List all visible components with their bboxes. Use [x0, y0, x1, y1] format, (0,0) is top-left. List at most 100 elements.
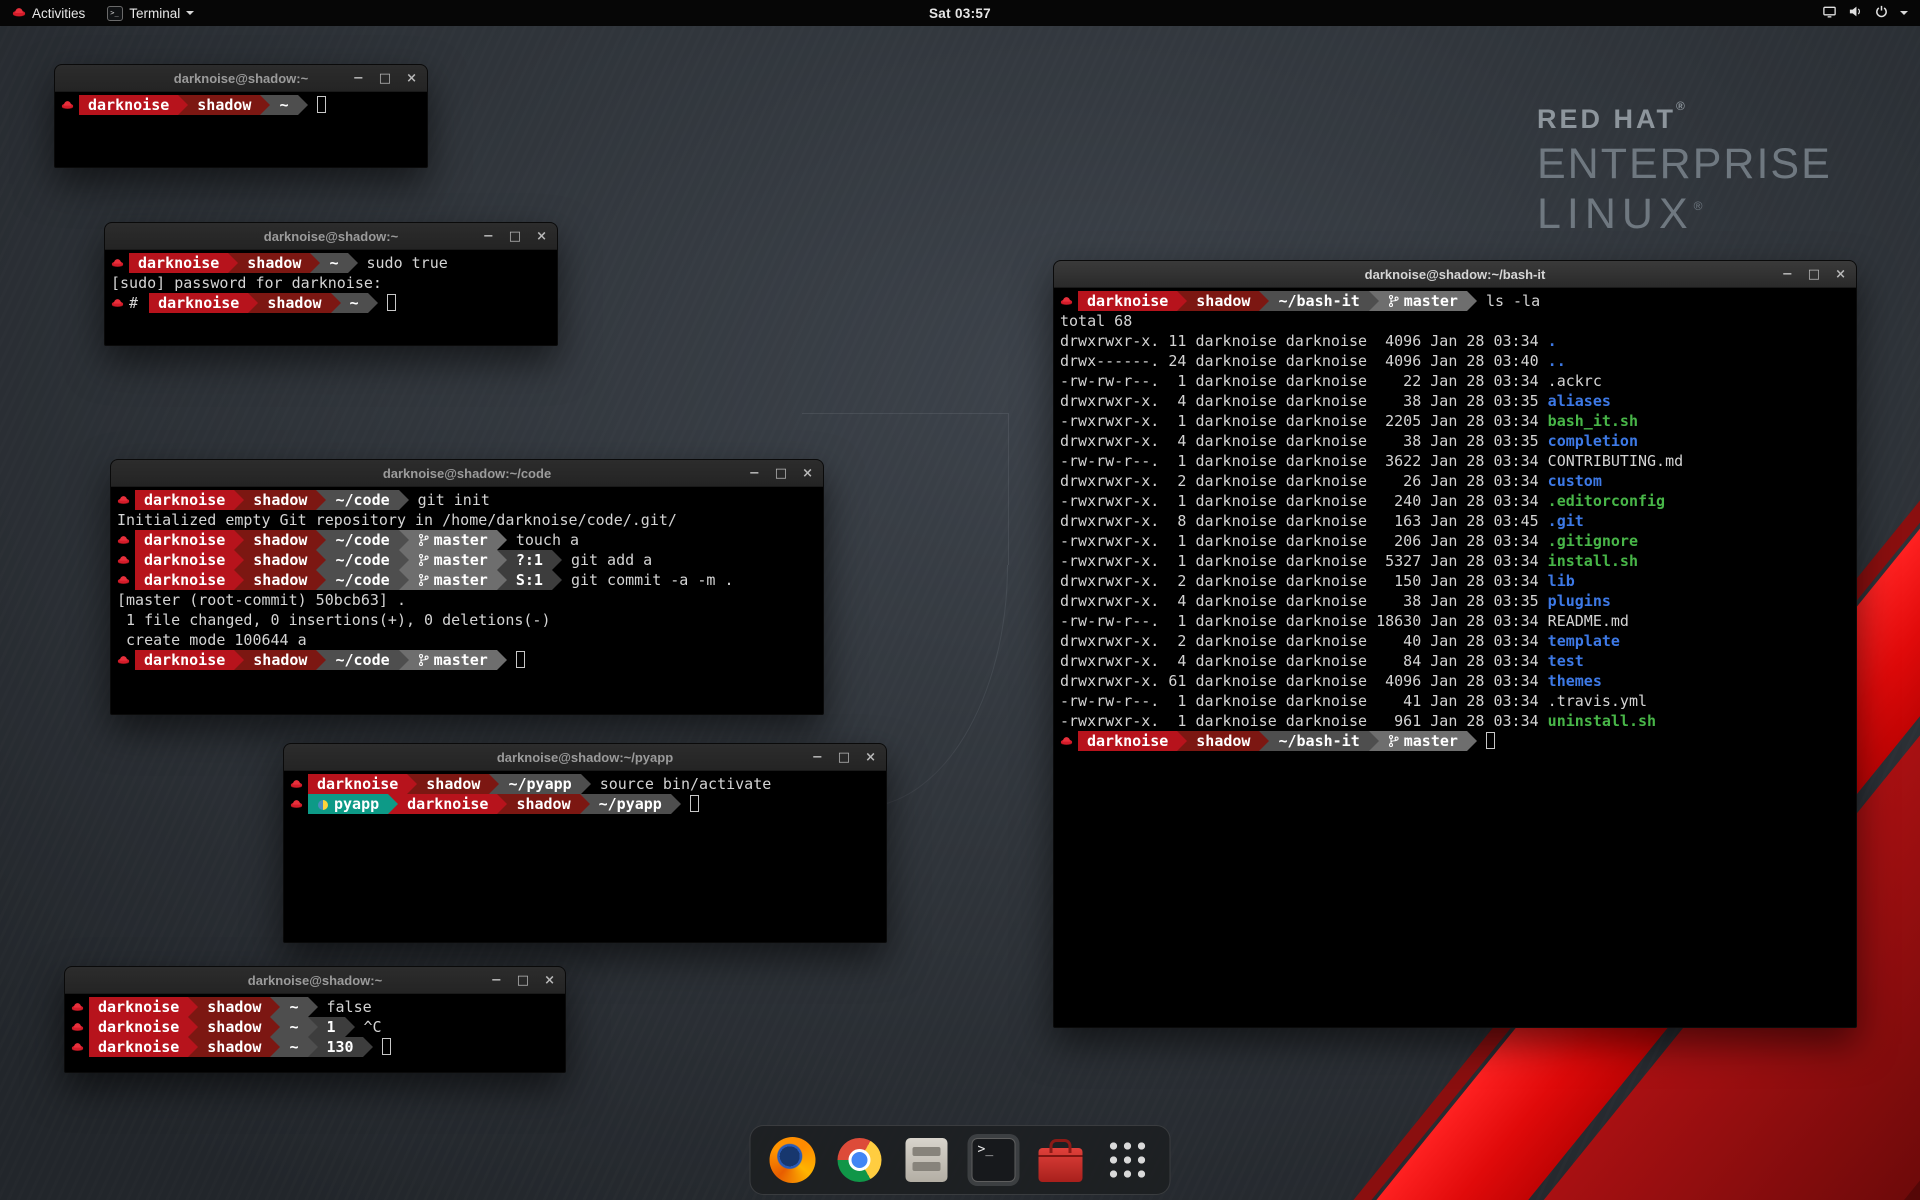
dock-item-chrome[interactable]	[834, 1134, 886, 1186]
terminal-line: drwxrwxr-x. 4 darknoise darknoise 38 Jan…	[1060, 431, 1850, 451]
window-close-button[interactable]: ×	[536, 230, 547, 243]
terminal-content[interactable]: darknoiseshadow~	[55, 92, 427, 118]
directory-name: .git	[1548, 512, 1584, 530]
window-maximize-button[interactable]: □	[379, 72, 391, 85]
prompt-segment-text: shadow	[207, 1038, 261, 1056]
prompt-segment-host: shadow	[198, 1037, 270, 1057]
command-text: git commit -a -m .	[562, 571, 734, 589]
terminal-content[interactable]: darknoiseshadow~falsedarknoiseshadow~1^C…	[65, 994, 565, 1060]
window-titlebar[interactable]: darknoise@shadow:~ − □ ×	[65, 967, 565, 994]
prompt-segment-text: ~	[329, 254, 338, 272]
powerline-arrow-icon	[1369, 731, 1379, 751]
terminal-text: [master (root-commit) 50bcb63] .	[117, 591, 406, 609]
prompt-segment-text: darknoise	[138, 254, 219, 272]
prompt-segment-user: darknoise	[79, 95, 178, 115]
system-menu[interactable]	[1810, 0, 1920, 26]
dock: >_	[750, 1125, 1171, 1195]
redhat-prompt-icon	[117, 490, 135, 510]
terminal-line: darknoiseshadow~/codegit init	[117, 490, 817, 510]
window-titlebar[interactable]: darknoise@shadow:~/pyapp − □ ×	[284, 744, 886, 771]
powerline-arrow-icon	[552, 570, 562, 590]
powerline-arrow-icon	[308, 1017, 318, 1037]
powerline-arrow-icon	[388, 794, 398, 814]
app-menu-terminal[interactable]: >_ Terminal	[97, 0, 204, 26]
terminal-text: CONTRIBUTING.md	[1548, 452, 1683, 470]
prompt-segment-user: darknoise	[398, 794, 497, 814]
prompt-segment-host: shadow	[188, 95, 260, 115]
window-maximize-button[interactable]: □	[517, 974, 529, 987]
terminal-content[interactable]: darknoiseshadow~sudo true[sudo] password…	[105, 250, 557, 316]
dock-item-files[interactable]	[901, 1134, 953, 1186]
terminal-content[interactable]: darknoiseshadow~/codegit initInitialized…	[111, 487, 823, 673]
terminal-text: -rw-rw-r--. 1 darknoise darknoise 18630 …	[1060, 612, 1548, 630]
prompt-segment-text: master	[434, 571, 488, 589]
activities-button[interactable]: Activities	[0, 0, 97, 26]
window-close-button[interactable]: ×	[802, 467, 813, 480]
window-maximize-button[interactable]: □	[509, 230, 521, 243]
prompt-segment-text: master	[434, 651, 488, 669]
window-minimize-button[interactable]: −	[812, 751, 823, 764]
prompt-segment-host: shadow	[244, 530, 316, 550]
terminal-text: 1 file changed, 0 insertions(+), 0 delet…	[117, 611, 550, 629]
firefox-icon	[770, 1137, 816, 1183]
window-close-button[interactable]: ×	[865, 751, 876, 764]
prompt-segment-text: master	[1404, 292, 1458, 310]
terminal-cursor	[387, 294, 396, 311]
terminal-line: -rw-rw-r--. 1 darknoise darknoise 22 Jan…	[1060, 371, 1850, 391]
powerline-arrow-icon	[399, 550, 409, 570]
terminal-line: drwxrwxr-x. 2 darknoise darknoise 40 Jan…	[1060, 631, 1850, 651]
window-close-button[interactable]: ×	[406, 72, 417, 85]
prompt-segment-path: ~/code	[326, 550, 398, 570]
window-controls: − □ ×	[812, 744, 876, 770]
terminal-line: -rwxrwxr-x. 1 darknoise darknoise 5327 J…	[1060, 551, 1850, 571]
app-menu-label: Terminal	[129, 6, 180, 21]
powerline-arrow-icon	[316, 530, 326, 550]
prompt-segment-text: shadow	[253, 531, 307, 549]
clock[interactable]: Sat 03:57	[929, 6, 991, 21]
prompt-segment-host: shadow	[1187, 731, 1259, 751]
window-maximize-button[interactable]: □	[838, 751, 850, 764]
dock-item-firefox[interactable]	[767, 1134, 819, 1186]
window-minimize-button[interactable]: −	[353, 72, 364, 85]
prompt-segment-text: shadow	[1196, 292, 1250, 310]
window-maximize-button[interactable]: □	[1808, 268, 1820, 281]
dock-item-app-grid[interactable]	[1102, 1134, 1154, 1186]
redhat-prompt-icon	[71, 1037, 89, 1057]
window-title: darknoise@shadow:~	[248, 973, 382, 988]
terminal-content[interactable]: darknoiseshadow~/bash-itmasterls -latota…	[1054, 288, 1856, 754]
window-maximize-button[interactable]: □	[775, 467, 787, 480]
powerline-arrow-icon	[270, 997, 280, 1017]
prompt-segment-text: shadow	[253, 491, 307, 509]
powerline-arrow-icon	[248, 293, 258, 313]
redhat-prompt-icon	[117, 550, 135, 570]
rhel-watermark-enterprise: ENTERPRISE	[1537, 143, 1832, 186]
dock-item-software[interactable]	[1035, 1134, 1087, 1186]
window-close-button[interactable]: ×	[1835, 268, 1846, 281]
terminal-line: -rw-rw-r--. 1 darknoise darknoise 18630 …	[1060, 611, 1850, 631]
window-minimize-button[interactable]: −	[749, 467, 760, 480]
window-titlebar[interactable]: darknoise@shadow:~ − □ ×	[105, 223, 557, 250]
terminal-text: -rwxrwxr-x. 1 darknoise darknoise 2205 J…	[1060, 412, 1548, 430]
dock-item-terminal[interactable]: >_	[968, 1134, 1020, 1186]
terminal-text: drwx------. 24 darknoise darknoise 4096 …	[1060, 352, 1548, 370]
terminal-line: darknoiseshadow~/codemasterS:1git commit…	[117, 570, 817, 590]
wallpaper-line	[802, 413, 1008, 414]
window-titlebar[interactable]: darknoise@shadow:~/code − □ ×	[111, 460, 823, 487]
terminal-line: Initialized empty Git repository in /hom…	[117, 510, 817, 530]
window-minimize-button[interactable]: −	[1782, 268, 1793, 281]
command-text: git init	[409, 491, 490, 509]
terminal-text: drwxrwxr-x. 2 darknoise darknoise 40 Jan…	[1060, 632, 1548, 650]
toolbox-icon	[1039, 1148, 1083, 1182]
window-close-button[interactable]: ×	[544, 974, 555, 987]
prompt-segment-git: master	[409, 570, 497, 590]
terminal-line: darknoiseshadow~/codemaster	[117, 650, 817, 670]
window-titlebar[interactable]: darknoise@shadow:~/bash-it − □ ×	[1054, 261, 1856, 288]
window-minimize-button[interactable]: −	[491, 974, 502, 987]
prompt-segment-path: ~/code	[326, 490, 398, 510]
powerline-arrow-icon	[316, 550, 326, 570]
window-minimize-button[interactable]: −	[483, 230, 494, 243]
terminal-line: drwxrwxr-x. 4 darknoise darknoise 84 Jan…	[1060, 651, 1850, 671]
terminal-content[interactable]: darknoiseshadow~/pyappsource bin/activat…	[284, 771, 886, 817]
window-titlebar[interactable]: darknoise@shadow:~ − □ ×	[55, 65, 427, 92]
prompt-segment-text: ~	[289, 1018, 298, 1036]
